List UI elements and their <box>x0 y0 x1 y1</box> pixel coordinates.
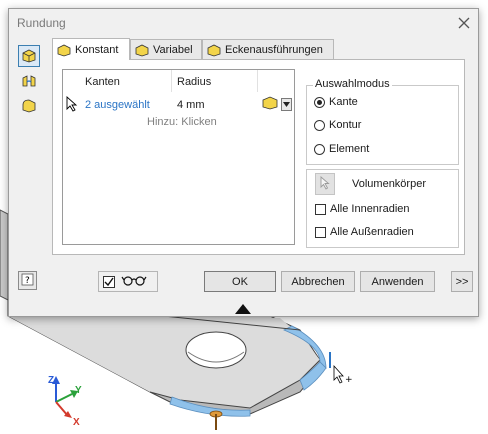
face-fillet-button[interactable] <box>18 70 40 92</box>
radio-element[interactable]: Element <box>314 143 369 155</box>
checkbox-box <box>315 203 326 215</box>
tab-variabel[interactable]: Variabel <box>130 39 202 59</box>
solid-label: Volumenkörper <box>352 178 426 190</box>
more-button[interactable]: >> <box>451 271 473 292</box>
constant-fillet-icon <box>57 43 71 57</box>
preview-toggle[interactable] <box>98 271 158 292</box>
svg-text:+: + <box>345 375 353 385</box>
preview-checkbox[interactable] <box>103 275 115 288</box>
radio-label: Kontur <box>329 119 362 131</box>
tab-eckenausfuehrungen[interactable]: Eckenausführungen <box>202 39 334 59</box>
help-button[interactable]: ? <box>18 271 37 290</box>
dropdown-arrow-icon[interactable] <box>281 97 292 111</box>
cancel-button[interactable]: Abbrechen <box>281 271 355 292</box>
checkbox-box <box>315 226 326 238</box>
column-header-radius: Radius <box>177 76 212 88</box>
radio-label: Element <box>329 143 370 155</box>
variable-fillet-icon <box>135 43 149 57</box>
checkbox-label: Alle Außenradien <box>330 226 414 238</box>
radius-value-cell[interactable]: 4 mm <box>177 99 205 111</box>
selection-mode-label: Auswahlmodus <box>313 78 392 90</box>
axis-y-label: Y <box>75 385 82 396</box>
radio-kante[interactable]: Kante <box>314 96 358 108</box>
svg-text:?: ? <box>25 276 30 286</box>
solid-options-group: Volumenkörper Alle Innenradien Alle Auße… <box>306 169 459 248</box>
tab-label: Konstant <box>75 43 119 56</box>
tab-konstant[interactable]: Konstant <box>52 38 130 60</box>
close-icon[interactable] <box>456 15 472 31</box>
ok-button[interactable]: OK <box>204 271 276 292</box>
axis-x-label: X <box>73 417 80 428</box>
tab-label: Variabel <box>153 43 193 56</box>
checkbox-label: Alle Innenradien <box>330 203 410 215</box>
radio-label: Kante <box>329 96 358 108</box>
tab-panel-konstant: Kanten Radius 2 ausgewählt 4 mm Hinzu: K… <box>52 59 465 255</box>
collapse-triangle-icon[interactable] <box>235 304 251 317</box>
edge-chain-button[interactable] <box>262 95 292 113</box>
selection-mode-group: Kante Kontur Element <box>306 85 459 165</box>
checkbox-all-outer-radii[interactable]: Alle Außenradien <box>315 226 414 238</box>
dialog-title: Rundung <box>17 16 66 30</box>
glasses-icon <box>121 274 147 289</box>
fillet-edge-icon <box>262 95 279 113</box>
corner-setback-icon <box>207 43 221 57</box>
table-header: Kanten Radius <box>63 70 294 92</box>
add-hint: Hinzu: Klicken <box>147 116 217 128</box>
radio-indicator <box>314 143 325 155</box>
select-solid-button[interactable] <box>315 173 335 195</box>
full-round-fillet-button[interactable] <box>18 95 40 117</box>
title-bar[interactable]: Rundung <box>9 9 478 39</box>
edge-fillet-button[interactable] <box>18 45 40 67</box>
axis-z-label: Z <box>48 375 54 386</box>
column-header-edges: Kanten <box>85 76 120 88</box>
fillet-dialog: Rundung Konstant Variabel Eckenausführun… <box>8 8 479 317</box>
radio-kontur[interactable]: Kontur <box>314 119 361 131</box>
edges-selected-cell[interactable]: 2 ausgewählt <box>85 99 150 111</box>
checkbox-all-inner-radii[interactable]: Alle Innenradien <box>315 203 410 215</box>
help-icon: ? <box>21 273 34 289</box>
arrow-cursor-icon <box>320 175 330 193</box>
radio-indicator <box>314 96 325 108</box>
apply-button[interactable]: Anwenden <box>360 271 435 292</box>
edge-set-table[interactable]: Kanten Radius 2 ausgewählt 4 mm Hinzu: K… <box>62 69 295 245</box>
radio-indicator <box>314 119 325 131</box>
face-fillet-icon <box>21 72 37 91</box>
full-round-fillet-icon <box>21 97 37 116</box>
edge-fillet-icon <box>21 47 37 66</box>
select-pointer-icon <box>66 95 78 115</box>
fillet-type-toolbar <box>18 45 42 120</box>
tab-label: Eckenausführungen <box>225 43 323 56</box>
